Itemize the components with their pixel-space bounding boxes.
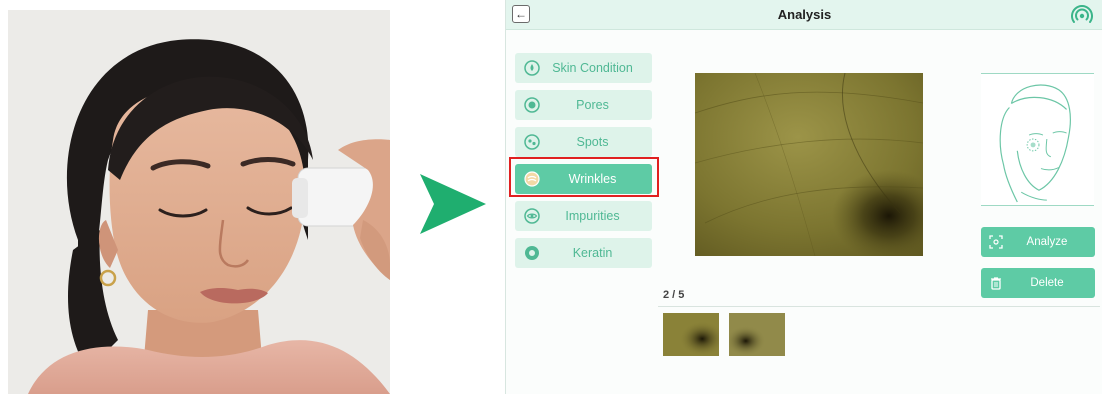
face-location-diagram: [981, 73, 1094, 206]
analyze-button[interactable]: Analyze: [981, 227, 1095, 257]
menu-item-keratin[interactable]: Keratin: [515, 238, 652, 268]
delete-button[interactable]: Delete: [981, 268, 1095, 298]
magnified-skin-image: [695, 73, 923, 256]
screen: ← Analysis Skin Condition Pores Spots Wr…: [0, 0, 1102, 394]
spots-icon: [524, 134, 540, 150]
app-header: ← Analysis: [506, 0, 1102, 30]
skin-condition-icon: [524, 60, 540, 76]
selected-item-highlight: [509, 157, 659, 197]
thumbnail-image[interactable]: [729, 313, 785, 356]
menu-item-spots[interactable]: Spots: [515, 127, 652, 157]
menu-item-impurities[interactable]: Impurities: [515, 201, 652, 231]
signal-icon[interactable]: [1071, 4, 1093, 26]
page-title: Analysis: [777, 7, 832, 22]
impurities-icon: [524, 208, 540, 224]
person-using-skin-scanner-photo: [8, 10, 390, 394]
keratin-icon: [524, 245, 540, 261]
pores-icon: [524, 97, 540, 113]
menu-item-skin-condition[interactable]: Skin Condition: [515, 53, 652, 83]
thumbnail-image[interactable]: [663, 313, 719, 356]
scan-icon: [989, 235, 1003, 249]
transition-arrow-icon: [420, 174, 486, 234]
image-counter: 2 / 5: [663, 289, 685, 301]
gallery-divider: [658, 306, 1100, 307]
analysis-app-window: ← Analysis Skin Condition Pores Spots Wr…: [505, 0, 1102, 394]
trash-icon: [989, 276, 1003, 290]
menu-item-pores[interactable]: Pores: [515, 90, 652, 120]
